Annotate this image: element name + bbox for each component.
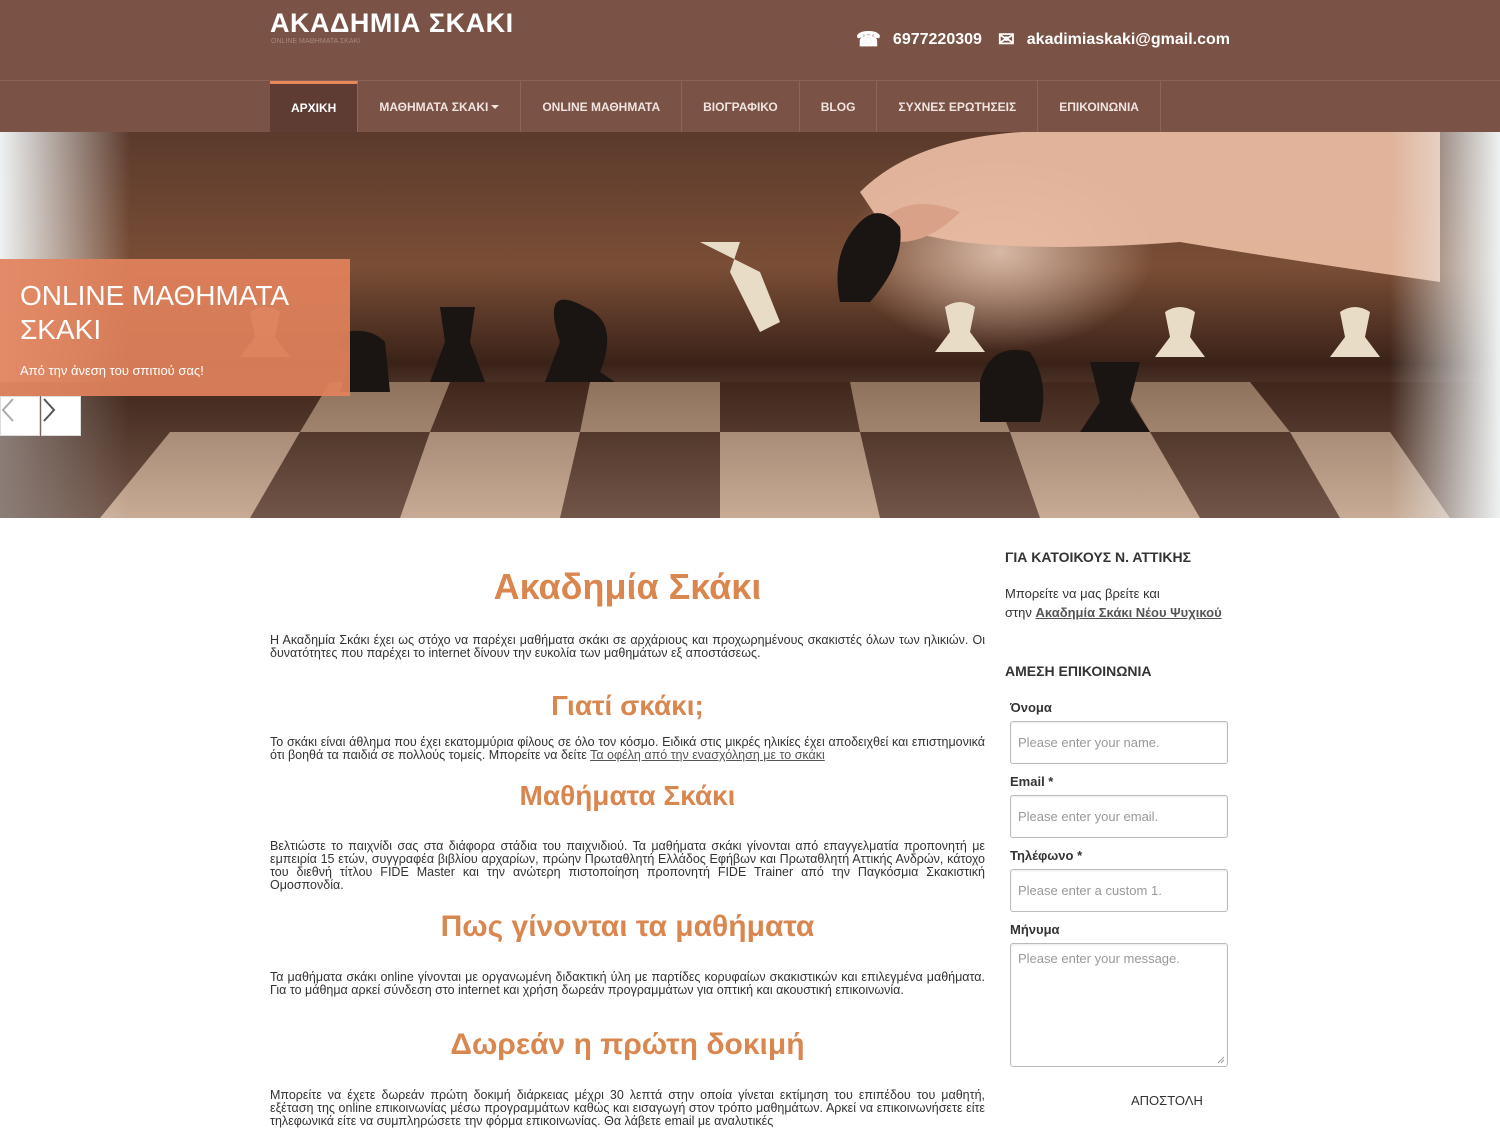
email-input[interactable]: Please enter your email.: [1010, 795, 1228, 838]
hero-slider: ONLINE ΜΑΘΗΜΑΤΑ ΣΚΑΚΙ Από την άνεση του …: [0, 132, 1500, 518]
how-paragraph: Τα μαθήματα σκάκι online γίνονται με οργ…: [270, 970, 985, 997]
main-nav: ΑΡΧΙΚΗ ΜΑΘΗΜΑΤΑ ΣΚΑΚΙ ONLINE ΜΑΘΗΜΑΤΑ ΒΙ…: [0, 80, 1500, 132]
phone-number[interactable]: 6977220309: [893, 31, 982, 49]
submit-button[interactable]: ΑΠΟΣΤΟΛΗ: [1131, 1093, 1203, 1108]
slider-prev-button[interactable]: [0, 396, 40, 436]
phone-label: Τηλέφωνο *: [1010, 848, 1083, 863]
sidebar-heading-contact: ΑΜΕΣΗ ΕΠΙΚΟΙΝΩΝΙΑ: [1005, 663, 1152, 679]
nav-label: ONLINE ΜΑΘΗΜΑΤΑ: [542, 99, 661, 114]
intro-paragraph: Η Ακαδημία Σκάκι έχει ως στόχο να παρέχε…: [270, 633, 985, 660]
nav-label: ΕΠΙΚΟΙΝΩΝΙΑ: [1059, 99, 1139, 114]
benefits-link[interactable]: Τα οφέλη από την ενασχόληση με το σκάκι: [590, 748, 825, 762]
nav-label: BLOG: [820, 99, 856, 114]
site-header: ΑΚΑΔΗΜΙΑ ΣΚΑΚΙ ONLINE ΜΑΘΗΜΑΤΑ ΣΚΑΚΙ ☎ 6…: [0, 0, 1500, 80]
nav-item-online-lessons[interactable]: ONLINE ΜΑΘΗΜΑΤΑ: [521, 81, 683, 132]
caret-down-icon: [491, 104, 500, 109]
section-heading-how: Πως γίνονται τα μαθήματα: [440, 910, 815, 943]
nav-label: ΑΡΧΙΚΗ: [291, 101, 337, 115]
hero-caption: ONLINE ΜΑΘΗΜΑΤΑ ΣΚΑΚΙ Από την άνεση του …: [0, 259, 350, 396]
email-address[interactable]: akadimiaskaki@gmail.com: [1027, 31, 1230, 49]
sidebar-heading-attica: ΓΙΑ ΚΑΤΟΙΚΟΥΣ Ν. ΑΤΤΙΚΗΣ: [1005, 549, 1191, 565]
phone-icon: ☎: [856, 29, 881, 51]
section-heading-why-chess: Γιατί σκάκι;: [551, 690, 704, 721]
name-label: Όνομα: [1010, 700, 1052, 715]
sidebar-text-prefix: στην: [1005, 605, 1036, 620]
site-tagline: ONLINE ΜΑΘΗΜΑΤΑ ΣΚΑΚΙ: [271, 38, 361, 45]
sidebar-text-line2: στην Ακαδημία Σκάκι Νέου Ψυχικού: [1005, 603, 1230, 622]
email-label: Email *: [1010, 774, 1054, 789]
academy-neo-psychiko-link[interactable]: Ακαδημία Σκάκι Νέου Ψυχικού: [1036, 605, 1222, 620]
nav-item-home[interactable]: ΑΡΧΙΚΗ: [270, 81, 359, 132]
hero-caption-subtitle: Από την άνεση του σπιτιού σας!: [20, 363, 204, 378]
message-placeholder: Please enter your message.: [1018, 951, 1180, 966]
phone-input[interactable]: Please enter a custom 1.: [1010, 869, 1228, 912]
message-label: Μήνυμα: [1010, 922, 1060, 937]
nav-label: ΜΑΘΗΜΑΤΑ ΣΚΑΚΙ: [379, 99, 489, 114]
lessons-paragraph: Βελτιώστε το παιχνίδι σας στα διάφορα στ…: [270, 839, 985, 892]
site-title[interactable]: ΑΚΑΔΗΜΙΑ ΣΚΑΚΙ: [270, 8, 514, 39]
section-heading-lessons: Μαθήματα Σκάκι: [519, 780, 736, 811]
nav-label: ΣΥΧΝΕΣ ΕΡΩΤΗΣΕΙΣ: [898, 99, 1017, 114]
nav-item-faq[interactable]: ΣΥΧΝΕΣ ΕΡΩΤΗΣΕΙΣ: [877, 81, 1039, 132]
resize-handle-icon[interactable]: [1217, 1056, 1225, 1064]
nav-item-blog[interactable]: BLOG: [800, 81, 878, 132]
name-input[interactable]: Please enter your name.: [1010, 721, 1228, 764]
page-title: Ακαδημία Σκάκι: [493, 566, 762, 607]
nav-item-bio[interactable]: ΒΙΟΓΡΑΦΙΚΟ: [682, 81, 800, 132]
header-email[interactable]: ✉ akadimiaskaki@gmail.com: [998, 30, 1230, 50]
nav-item-lessons[interactable]: ΜΑΘΗΜΑΤΑ ΣΚΑΚΙ: [358, 81, 522, 132]
slider-next-button[interactable]: [41, 396, 81, 436]
header-phone[interactable]: ☎ 6977220309: [856, 30, 982, 50]
free-trial-paragraph: Μπορείτε να έχετε δωρεάν πρώτη δοκιμή δι…: [270, 1088, 985, 1128]
nav-label: ΒΙΟΓΡΑΦΙΚΟ: [703, 99, 778, 114]
nav-item-contact[interactable]: ΕΠΙΚΟΙΝΩΝΙΑ: [1038, 81, 1161, 132]
chevron-left-icon: [1, 398, 14, 422]
sidebar-text-line1: Μπορείτε να μας βρείτε και: [1005, 586, 1160, 601]
message-textarea[interactable]: Please enter your message.: [1010, 943, 1228, 1067]
mail-icon: ✉: [998, 29, 1015, 51]
hero-caption-title: ONLINE ΜΑΘΗΜΑΤΑ ΣΚΑΚΙ: [20, 280, 288, 345]
why-chess-paragraph: Το σκάκι είναι άθλημα που έχει εκατομμύρ…: [270, 736, 985, 762]
chevron-right-icon: [43, 398, 56, 422]
section-heading-free-trial: Δωρεάν η πρώτη δοκιμή: [450, 1028, 805, 1061]
